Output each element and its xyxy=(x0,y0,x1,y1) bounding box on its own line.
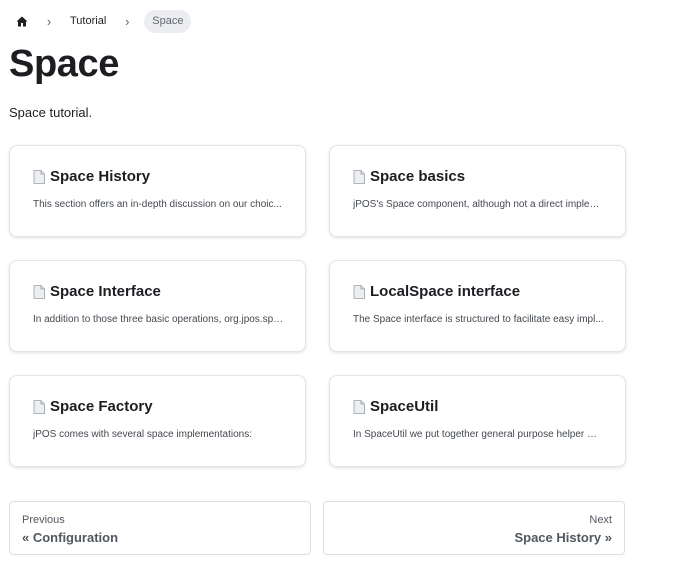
breadcrumb-item-tutorial[interactable]: Tutorial xyxy=(62,15,114,27)
pagination-next-label: Space History » xyxy=(514,530,612,545)
card-title-row: Space Interface xyxy=(33,283,161,300)
breadcrumb-separator: › xyxy=(125,13,130,29)
card-title-row: Space History xyxy=(33,168,150,185)
breadcrumb-item-space: Space xyxy=(144,9,192,33)
document-icon xyxy=(33,169,45,184)
card-title: Space Interface xyxy=(50,283,161,300)
card-space-factory[interactable]: Space Factory jPOS comes with several sp… xyxy=(9,375,306,467)
card-description: This section offers an in-depth discussi… xyxy=(33,199,282,210)
card-space-interface[interactable]: Space Interface In addition to those thr… xyxy=(9,260,306,352)
card-spaceutil[interactable]: SpaceUtil In SpaceUtil we put together g… xyxy=(329,375,626,467)
card-description: jPOS comes with several space implementa… xyxy=(33,429,252,440)
card-title: Space basics xyxy=(370,168,466,185)
breadcrumb-separator: › xyxy=(46,13,52,29)
card-title: SpaceUtil xyxy=(370,398,439,415)
card-title: Space Factory xyxy=(50,398,153,415)
card-title: Space History xyxy=(50,168,151,185)
pagination-next-sublabel: Next xyxy=(589,514,612,526)
pagination-previous-link[interactable]: Previous « Configuration xyxy=(9,501,311,555)
card-title-row: SpaceUtil xyxy=(353,398,438,415)
card-space-history[interactable]: Space History This section offers an in-… xyxy=(9,145,306,237)
pagination-next-link[interactable]: Next Space History » xyxy=(323,501,625,555)
card-title-row: LocalSpace interface xyxy=(353,283,520,300)
document-icon xyxy=(353,399,365,414)
pagination-previous-sublabel: Previous xyxy=(22,514,65,526)
page-intro: Space tutorial. xyxy=(9,105,93,120)
document-icon xyxy=(353,169,365,184)
home-icon xyxy=(16,16,28,26)
card-title: LocalSpace interface xyxy=(370,283,521,300)
card-title-row: Space basics xyxy=(353,168,465,185)
document-icon xyxy=(33,284,45,299)
breadcrumb: › Tutorial › Space xyxy=(8,9,192,33)
card-description: The Space interface is structured to fac… xyxy=(353,314,604,325)
document-icon xyxy=(33,399,45,414)
card-localspace-interface[interactable]: LocalSpace interface The Space interface… xyxy=(329,260,626,352)
card-space-basics[interactable]: Space basics jPOS's Space component, alt… xyxy=(329,145,626,237)
document-icon xyxy=(353,284,365,299)
card-description: In SpaceUtil we put together general pur… xyxy=(353,429,605,440)
pagination-previous-label: « Configuration xyxy=(22,530,119,545)
card-title-row: Space Factory xyxy=(33,398,153,415)
card-description: In addition to those three basic operati… xyxy=(33,314,285,325)
breadcrumb-home-link[interactable] xyxy=(8,9,36,33)
page-title: Space xyxy=(9,43,119,85)
card-description: jPOS's Space component, although not a d… xyxy=(353,199,605,210)
